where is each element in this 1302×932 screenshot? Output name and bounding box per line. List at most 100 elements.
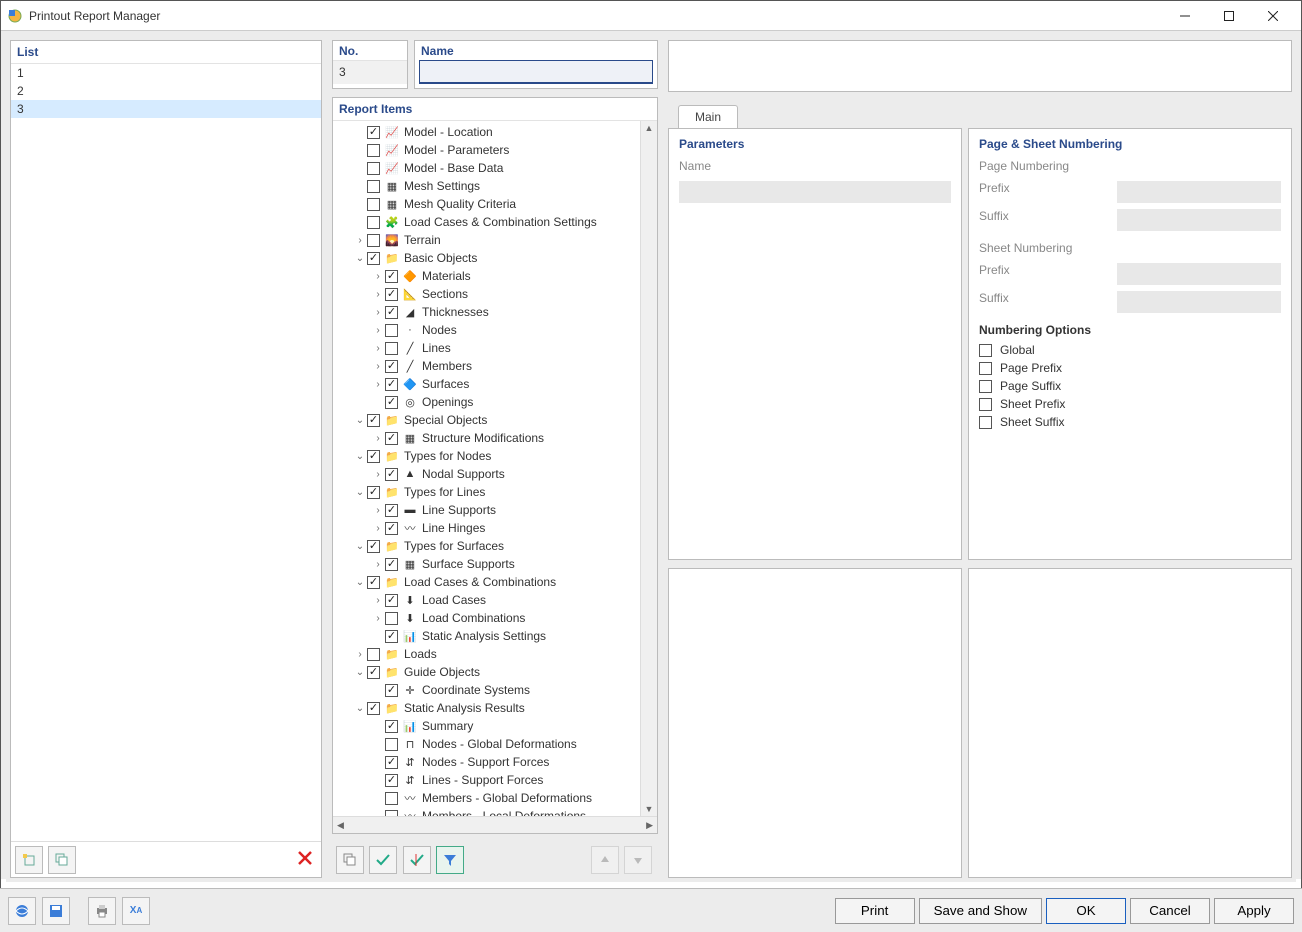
tree-item[interactable]: ›▦Structure Modifications [333,429,640,447]
tree-item[interactable]: 📈Model - Location [333,123,640,141]
tree-move-down-button[interactable] [624,846,652,874]
expand-arrow-icon[interactable]: ⌄ [353,667,367,678]
tree-item[interactable]: ▦Mesh Quality Criteria [333,195,640,213]
tree-item[interactable]: 📊Static Analysis Settings [333,627,640,645]
expand-arrow-icon[interactable]: ⌄ [353,487,367,498]
tree-move-up-button[interactable] [591,846,619,874]
expand-arrow-icon[interactable]: ⌄ [353,577,367,588]
tree-checkbox[interactable] [385,288,398,301]
tree-item[interactable]: ›╱Lines [333,339,640,357]
save-and-show-button[interactable]: Save and Show [919,898,1042,924]
page-prefix-input[interactable] [1117,181,1281,203]
tree-checkbox[interactable] [385,792,398,805]
tree-checkbox[interactable] [367,126,380,139]
tree-checkbox[interactable] [385,774,398,787]
tree-checkbox[interactable] [367,702,380,715]
tree-filter-button[interactable] [436,846,464,874]
tree-item[interactable]: ▦Mesh Settings [333,177,640,195]
tree-item[interactable]: ✛Coordinate Systems [333,681,640,699]
tree-item[interactable]: ›◢Thicknesses [333,303,640,321]
tree-checkbox[interactable] [385,720,398,733]
new-list-button[interactable] [15,846,43,874]
tree-checkbox[interactable] [367,414,380,427]
page-suffix-input[interactable] [1117,209,1281,231]
tab-main[interactable]: Main [678,105,738,128]
expand-arrow-icon[interactable]: ⌄ [353,415,367,426]
expand-arrow-icon[interactable]: ⌄ [353,541,367,552]
ok-button[interactable]: OK [1046,898,1126,924]
expand-arrow-icon[interactable]: ⌄ [353,703,367,714]
tree-checkbox[interactable] [367,486,380,499]
name-input[interactable] [419,60,653,84]
expand-arrow-icon[interactable]: › [371,613,385,624]
tree-item[interactable]: ›🔶Materials [333,267,640,285]
list-item[interactable]: 2 [11,82,321,100]
tree-item[interactable]: ›·Nodes [333,321,640,339]
tree-scrollbar-vertical[interactable]: ▲ ▼ [640,121,657,816]
tree-checkbox[interactable] [367,540,380,553]
close-button[interactable] [1251,2,1295,30]
expand-arrow-icon[interactable]: › [371,325,385,336]
footer-globe-button[interactable] [8,897,36,925]
tree-item[interactable]: ⌄📁Special Objects [333,411,640,429]
tree-checkbox[interactable] [385,612,398,625]
tree-item[interactable]: ⌄📁Basic Objects [333,249,640,267]
expand-arrow-icon[interactable]: ⌄ [353,253,367,264]
tree-checkbox[interactable] [385,324,398,337]
tree-checkbox[interactable] [385,306,398,319]
tree-copy-button[interactable] [336,846,364,874]
tree-uncheck-all-button[interactable] [403,846,431,874]
tree-item[interactable]: ⇵Nodes - Support Forces [333,753,640,771]
sheet-suffix-input[interactable] [1117,291,1281,313]
tree-checkbox[interactable] [367,234,380,247]
numbering-option-checkbox[interactable] [979,362,992,375]
report-items-tree[interactable]: 📈Model - Location📈Model - Parameters📈Mod… [333,121,640,816]
tree-checkbox[interactable] [367,198,380,211]
tree-checkbox[interactable] [385,558,398,571]
tree-scrollbar-horizontal[interactable]: ◀ ▶ [333,816,657,833]
tree-check-all-button[interactable] [369,846,397,874]
tree-item[interactable]: ›🌄Terrain [333,231,640,249]
tree-item[interactable]: 📊Summary [333,717,640,735]
tree-checkbox[interactable] [385,270,398,283]
copy-list-button[interactable] [48,846,76,874]
tree-checkbox[interactable] [385,504,398,517]
scroll-down-icon[interactable]: ▼ [643,802,656,816]
tree-checkbox[interactable] [367,180,380,193]
tree-item[interactable]: ⌄📁Static Analysis Results [333,699,640,717]
expand-arrow-icon[interactable]: › [371,469,385,480]
tree-checkbox[interactable] [385,360,398,373]
tree-item[interactable]: 〰Members - Local Deformations [333,807,640,816]
expand-arrow-icon[interactable]: › [371,289,385,300]
tree-checkbox[interactable] [367,648,380,661]
scroll-right-icon[interactable]: ▶ [644,818,655,833]
numbering-option-checkbox[interactable] [979,380,992,393]
expand-arrow-icon[interactable]: › [371,595,385,606]
tree-checkbox[interactable] [367,162,380,175]
tree-item[interactable]: 📈Model - Parameters [333,141,640,159]
expand-arrow-icon[interactable]: › [371,307,385,318]
scroll-up-icon[interactable]: ▲ [643,121,656,135]
expand-arrow-icon[interactable]: › [371,559,385,570]
tree-item[interactable]: 〰Members - Global Deformations [333,789,640,807]
numbering-option-checkbox[interactable] [979,344,992,357]
expand-arrow-icon[interactable]: › [371,433,385,444]
tree-item[interactable]: ⌄📁Types for Nodes [333,447,640,465]
numbering-option-checkbox[interactable] [979,398,992,411]
tree-checkbox[interactable] [367,144,380,157]
tree-checkbox[interactable] [367,576,380,589]
expand-arrow-icon[interactable]: ⌄ [353,451,367,462]
tree-checkbox[interactable] [385,684,398,697]
tree-checkbox[interactable] [367,216,380,229]
tree-checkbox[interactable] [385,522,398,535]
print-button[interactable]: Print [835,898,915,924]
sheet-prefix-input[interactable] [1117,263,1281,285]
expand-arrow-icon[interactable]: › [353,649,367,660]
tree-item[interactable]: ›▲Nodal Supports [333,465,640,483]
tree-checkbox[interactable] [385,342,398,355]
numbering-option-checkbox[interactable] [979,416,992,429]
tree-checkbox[interactable] [367,450,380,463]
tree-item[interactable]: ⌄📁Types for Surfaces [333,537,640,555]
expand-arrow-icon[interactable]: › [353,235,367,246]
expand-arrow-icon[interactable]: › [371,379,385,390]
